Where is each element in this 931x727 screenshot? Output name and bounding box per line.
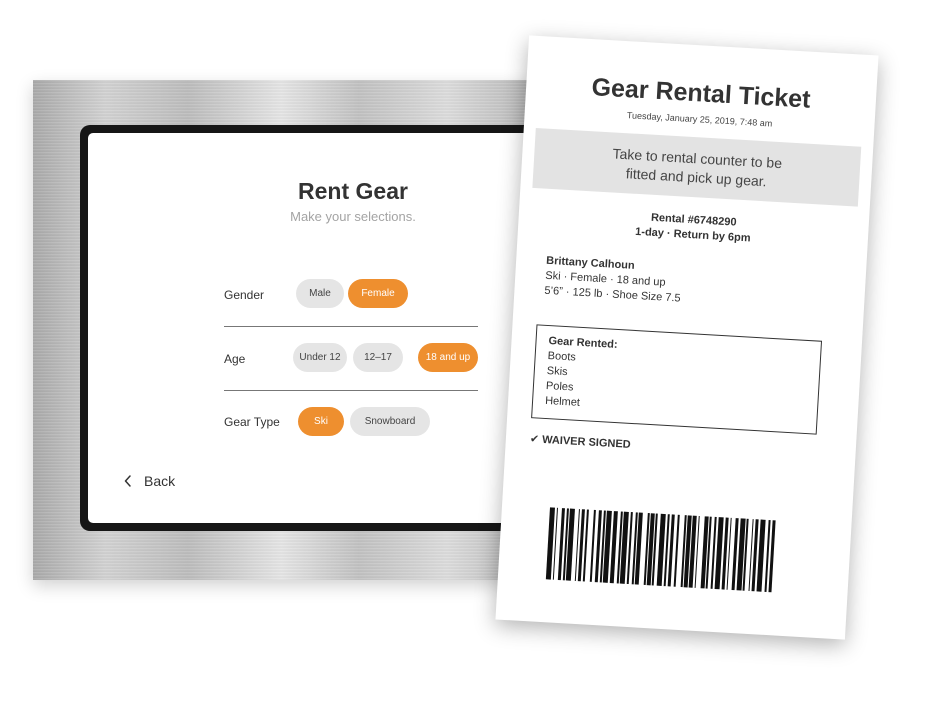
age-18-and-up-button[interactable]: 18 and up <box>418 343 478 372</box>
back-label: Back <box>144 473 176 489</box>
gear-ski-button[interactable]: Ski <box>298 407 344 436</box>
waiver-text: WAIVER SIGNED <box>541 433 631 451</box>
divider <box>224 326 478 327</box>
gender-label: Gender <box>224 288 265 302</box>
customer-info: Brittany Calhoun Ski · Female · 18 and u… <box>544 254 683 307</box>
divider <box>224 390 478 391</box>
gear-rented-box: Gear Rented: Boots Skis Poles Helmet <box>531 324 823 435</box>
age-12-17-button[interactable]: 12–17 <box>353 343 403 372</box>
barcode <box>545 507 778 593</box>
ticket-instruction-banner: Take to rental counter to be fitted and … <box>532 127 862 207</box>
back-button[interactable]: Back <box>124 473 175 489</box>
gear-snowboard-button[interactable]: Snowboard <box>350 407 430 436</box>
gender-male-button[interactable]: Male <box>296 279 344 308</box>
rental-info: Rental #6748290 1-day · Return by 6pm <box>518 203 869 253</box>
gender-female-button[interactable]: Female <box>348 279 408 308</box>
age-label: Age <box>224 352 246 366</box>
gear-type-label: Gear Type <box>224 415 280 429</box>
kiosk-screen: Rent Gear Make your selections. Gender M… <box>88 133 550 523</box>
rental-ticket: Gear Rental Ticket Tuesday, January 25, … <box>495 35 879 640</box>
checkmark-icon: ✔ <box>529 433 540 446</box>
age-under-12-button[interactable]: Under 12 <box>293 343 347 372</box>
waiver-status: ✔ WAIVER SIGNED <box>530 432 631 451</box>
chevron-left-icon <box>124 475 132 487</box>
